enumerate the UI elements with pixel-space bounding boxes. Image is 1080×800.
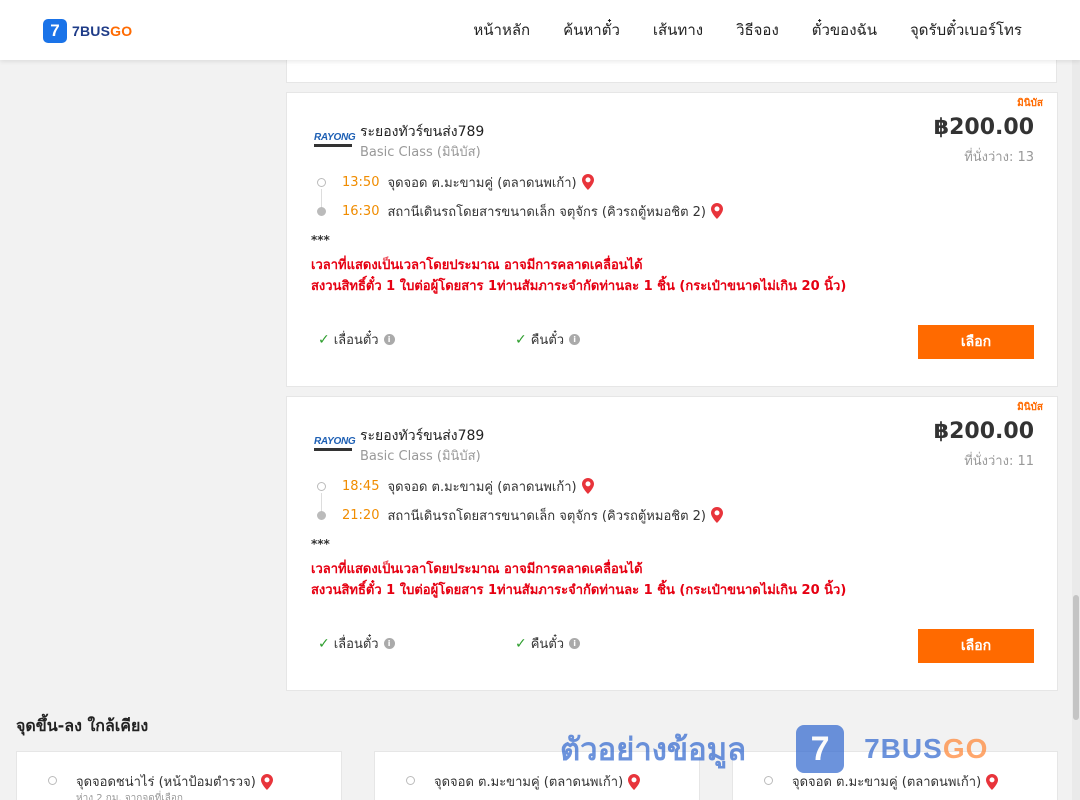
bus-class: Basic Class (มินิบัส)	[360, 145, 481, 160]
departure-place: จุดจอด ต.มะขามคู่ (ตลาดนพเก้า)	[387, 175, 577, 191]
map-pin-icon[interactable]	[581, 478, 594, 494]
stop-dot	[317, 481, 326, 491]
stop-dot	[48, 776, 57, 785]
map-pin-icon[interactable]	[581, 174, 594, 190]
nav-my-tickets[interactable]: ตั๋วของฉัน	[812, 18, 877, 42]
departure-stop: 13:50 จุดจอด ต.มะขามคู่ (ตลาดนพเก้า)	[317, 172, 594, 192]
map-pin-icon[interactable]	[711, 507, 723, 523]
departure-time: 13:50	[342, 174, 380, 190]
top-navbar: 7 7BUSGO หน้าหลัก ค้นหาตั๋ว เส้นทาง วิธี…	[0, 0, 1080, 60]
operator-logo: RAYONG	[314, 132, 356, 148]
vehicle-type-tag: มินิบัส	[1017, 98, 1043, 109]
nearby-stops-title: จุดขึ้น-ลง ใกล้เคียง	[16, 716, 149, 735]
notice-baggage: สงวนสิทธิ์ตั๋ว 1 ใบต่อผู้โดยสาร 1ท่านสัม…	[311, 279, 847, 294]
select-trip-button[interactable]: เลือก	[918, 325, 1034, 359]
feature-refund: ✓ คืนตั๋ว i	[515, 329, 581, 350]
sample-data-watermark: ตัวอย่างข้อมูล 7 7BUSGO	[560, 724, 988, 774]
arrival-stop: 16:30 สถานีเดินรถโดยสารขนาดเล็ก จตุจักร …	[317, 201, 723, 221]
nearby-stop-name: จุดจอด ต.มะขามคู่ (ตลาดนพเก้า)	[792, 771, 999, 792]
nearby-stop-card[interactable]: จุดจอดชน่าไร่ (หน้าป้อมตำรวจ) ห่าง 2 กม.…	[16, 751, 342, 800]
vehicle-type-tag: มินิบัส	[1017, 402, 1043, 413]
arrival-place: สถานีเดินรถโดยสารขนาดเล็ก จตุจักร (คิวรถ…	[387, 204, 706, 220]
map-pin-icon[interactable]	[986, 773, 999, 790]
check-icon: ✓	[515, 635, 527, 652]
operator-logo: RAYONG	[314, 436, 356, 452]
nav-how-to-book[interactable]: วิธีจอง	[736, 18, 779, 42]
arrival-place: สถานีเดินรถโดยสารขนาดเล็ก จตุจักร (คิวรถ…	[387, 508, 706, 524]
check-icon: ✓	[318, 635, 330, 652]
watermark-brand: 7BUSGO	[864, 733, 989, 764]
stop-dot	[317, 510, 326, 520]
departure-place: จุดจอด ต.มะขามคู่ (ตลาดนพเก้า)	[387, 479, 577, 495]
trip-card: มินิบัส RAYONG ระยองทัวร์ขนส่ง789 Basic …	[286, 92, 1058, 387]
operator-name: ระยองทัวร์ขนส่ง789	[360, 124, 485, 140]
notice-baggage: สงวนสิทธิ์ตั๋ว 1 ใบต่อผู้โดยสาร 1ท่านสัม…	[311, 583, 847, 598]
map-pin-icon[interactable]	[711, 203, 723, 219]
ticket-price: ฿200.00	[933, 419, 1034, 444]
ticket-price: ฿200.00	[933, 115, 1034, 140]
nav-home[interactable]: หน้าหลัก	[473, 18, 530, 42]
watermark-logo-mark: 7	[796, 725, 845, 773]
note-stars: ***	[311, 233, 330, 247]
bus-class: Basic Class (มินิบัส)	[360, 449, 481, 464]
stop-dot	[317, 206, 326, 216]
departure-stop: 18:45 จุดจอด ต.มะขามคู่ (ตลาดนพเก้า)	[317, 476, 594, 496]
watermark-text: ตัวอย่างข้อมูล	[560, 732, 747, 768]
trip-card-partial	[286, 58, 1057, 83]
arrival-stop: 21:20 สถานีเดินรถโดยสารขนาดเล็ก จตุจักร …	[317, 505, 723, 525]
site-logo[interactable]: 7 7BUSGO	[43, 19, 132, 43]
seats-available: ที่นั่งว่าง: 11	[964, 454, 1034, 469]
check-icon: ✓	[515, 331, 527, 348]
info-icon[interactable]: i	[383, 638, 395, 649]
feature-reschedule: ✓ เลื่อนตั๋ว i	[318, 329, 395, 350]
nav-routes[interactable]: เส้นทาง	[653, 18, 703, 42]
stop-dot	[764, 776, 773, 785]
stop-dot	[406, 776, 415, 785]
notice-time: เวลาที่แสดงเป็นเวลาโดยประมาณ อาจมีการคลา…	[311, 562, 643, 577]
note-stars: ***	[311, 537, 330, 551]
arrival-time: 16:30	[342, 203, 380, 219]
seats-available: ที่นั่งว่าง: 13	[964, 150, 1034, 165]
nearby-stop-distance: ห่าง 2 กม. จากจุดที่เลือก	[76, 793, 183, 800]
stop-dot	[317, 177, 326, 187]
info-icon[interactable]: i	[569, 334, 581, 345]
feature-reschedule: ✓ เลื่อนตั๋ว i	[318, 633, 395, 654]
logo-mark: 7	[43, 19, 67, 43]
logo-text: 7BUSGO	[72, 23, 133, 39]
page-scrollbar[interactable]	[1072, 60, 1080, 800]
main-nav: หน้าหลัก ค้นหาตั๋ว เส้นทาง วิธีจอง ตั๋วข…	[440, 0, 1022, 60]
scrollbar-thumb[interactable]	[1073, 595, 1079, 720]
info-icon[interactable]: i	[383, 334, 395, 345]
check-icon: ✓	[318, 331, 330, 348]
arrival-time: 21:20	[342, 507, 380, 523]
operator-name: ระยองทัวร์ขนส่ง789	[360, 428, 485, 444]
map-pin-icon[interactable]	[628, 773, 641, 790]
nav-pickup-points[interactable]: จุดรับตั๋วเบอร์โทร	[910, 18, 1022, 42]
info-icon[interactable]: i	[569, 638, 581, 649]
nav-search-ticket[interactable]: ค้นหาตั๋ว	[563, 18, 620, 42]
trip-card: มินิบัส RAYONG ระยองทัวร์ขนส่ง789 Basic …	[286, 396, 1058, 691]
departure-time: 18:45	[342, 478, 380, 494]
select-trip-button[interactable]: เลือก	[918, 629, 1034, 663]
map-pin-icon[interactable]	[260, 773, 273, 790]
notice-time: เวลาที่แสดงเป็นเวลาโดยประมาณ อาจมีการคลา…	[311, 258, 643, 273]
nearby-stop-name: จุดจอดชน่าไร่ (หน้าป้อมตำรวจ)	[76, 771, 273, 792]
feature-refund: ✓ คืนตั๋ว i	[515, 633, 581, 654]
nearby-stop-name: จุดจอด ต.มะขามคู่ (ตลาดนพเก้า)	[434, 771, 641, 792]
